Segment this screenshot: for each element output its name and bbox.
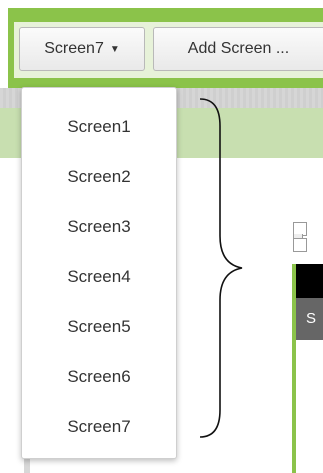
menu-item-screen3[interactable]: Screen3 <box>22 202 176 252</box>
caret-down-icon: ▼ <box>109 43 120 55</box>
phone-preview: S <box>292 264 323 473</box>
phone-status-bar <box>296 264 323 298</box>
screen-selector-label: Screen7 <box>44 40 104 57</box>
menu-item-screen5[interactable]: Screen5 <box>22 302 176 352</box>
curly-brace-annotation <box>199 98 243 438</box>
add-screen-label: Add Screen ... <box>187 40 290 57</box>
menu-item-screen4[interactable]: Screen4 <box>22 252 176 302</box>
screen-selector-button[interactable]: Screen7 ▼ <box>19 27 145 71</box>
brace-path <box>199 98 243 438</box>
menu-item-screen7[interactable]: Screen7 <box>22 402 176 452</box>
menu-item-screen6[interactable]: Screen6 <box>22 352 176 402</box>
add-screen-button[interactable]: Add Screen ... <box>153 27 323 71</box>
viewer-checkbox-2[interactable] <box>293 238 307 252</box>
menu-item-screen1[interactable]: Screen1 <box>22 102 176 152</box>
screen-dropdown-menu: Screen1 Screen2 Screen3 Screen4 Screen5 … <box>21 87 177 459</box>
menu-item-screen2[interactable]: Screen2 <box>22 152 176 202</box>
phone-title-text: S <box>306 310 317 327</box>
phone-title-bar: S <box>296 298 323 340</box>
